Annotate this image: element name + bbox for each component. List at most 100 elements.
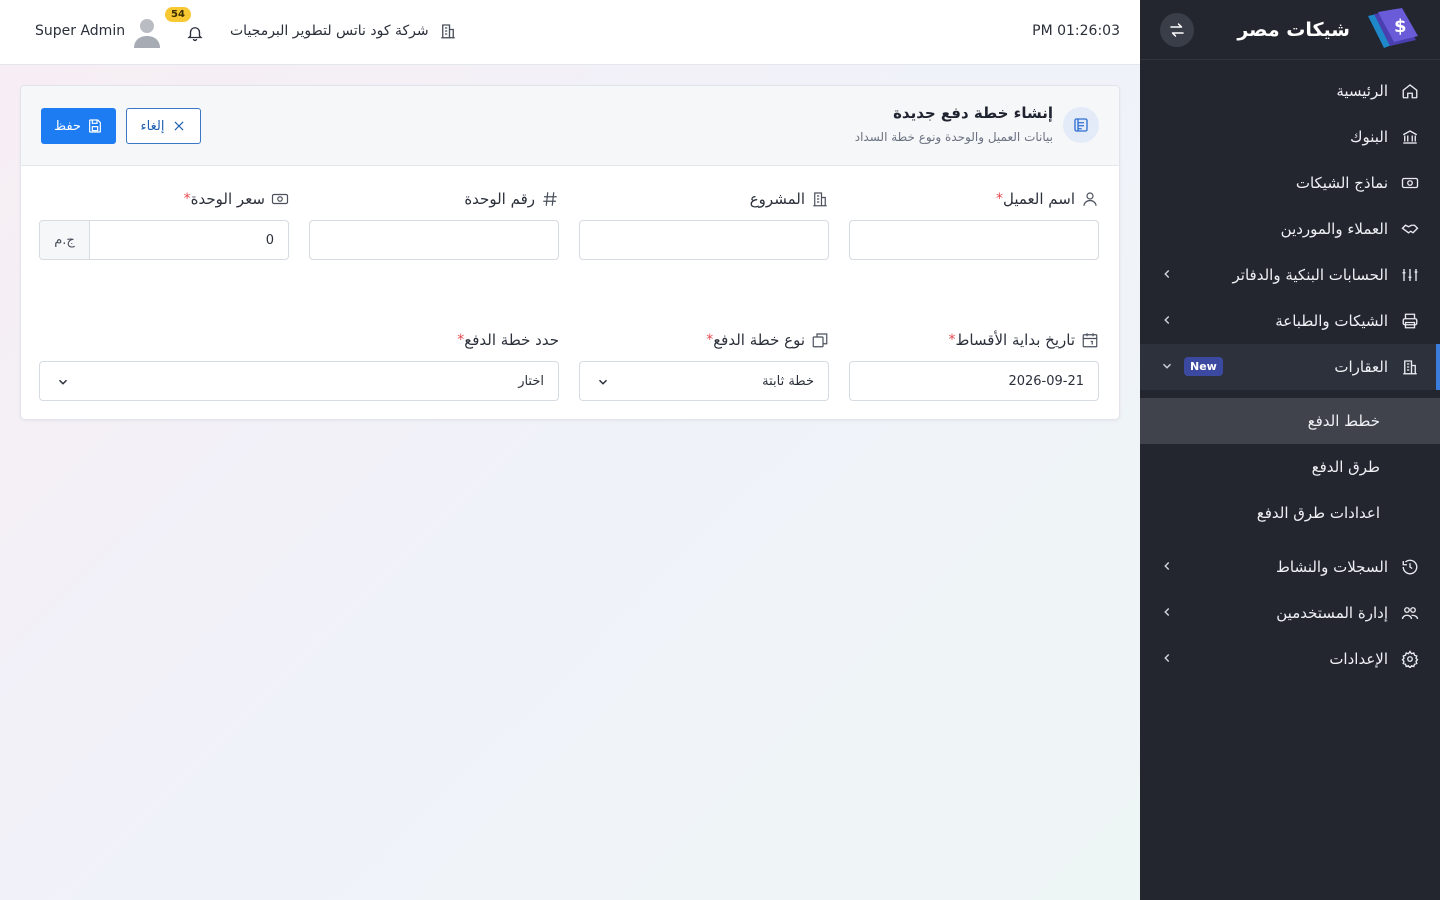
building-icon <box>1400 357 1420 377</box>
sidebar-subitem-label: طرق الدفع <box>1311 458 1380 476</box>
sidebar-item-check-templates[interactable]: نماذج الشيكات <box>1140 160 1440 206</box>
plan-type-select[interactable]: خطة ثابتة <box>579 361 829 401</box>
users-icon <box>1400 603 1420 623</box>
sidebar-subitem-payment-method-settings[interactable]: اعدادات طرق الدفع <box>1140 490 1440 536</box>
save-button[interactable]: حفظ <box>41 108 116 144</box>
field-label: * نوع خطة الدفع <box>579 329 829 351</box>
chevron-down-icon <box>1162 363 1172 369</box>
brand-title: شيكات مصر <box>1237 18 1350 41</box>
project-input[interactable] <box>579 220 829 260</box>
history-icon <box>1400 557 1420 577</box>
username[interactable]: Super Admin <box>35 23 125 39</box>
handshake-icon <box>1400 219 1420 239</box>
sidebar-item-label: العملاء والموردين <box>1280 220 1388 238</box>
unit-price-input[interactable]: 0 ج.م <box>39 220 289 260</box>
payment-plan-form-card: إنشاء خطة دفع جديدة بيانات العميل والوحد… <box>20 85 1120 420</box>
sidebar: شيكات مصر $ الرئيسية البنوك نماذج الشيكا… <box>1140 0 1440 900</box>
plan-select[interactable]: اختار <box>39 361 559 401</box>
sidebar-toggle-button[interactable] <box>1160 13 1194 47</box>
sidebar-subitem-payment-plans[interactable]: خطط الدفع <box>1140 398 1440 444</box>
field-label: * تاريخ بداية الأقساط <box>849 329 1099 351</box>
sidebar-item-label: الشيكات والطباعة <box>1275 312 1388 330</box>
sliders-icon <box>1400 265 1420 285</box>
swap-arrows-icon <box>1170 23 1184 37</box>
field-label: المشروع <box>579 188 829 210</box>
svg-text:$: $ <box>1394 16 1407 37</box>
unit-price-label: سعر الوحدة <box>190 190 265 208</box>
sidebar-item-checks-printing[interactable]: الشيكات والطباعة <box>1140 298 1440 344</box>
company-label: شركة كود ناتس لتطوير البرمجيات <box>230 23 429 39</box>
close-icon <box>174 121 184 131</box>
sidebar-item-label: السجلات والنشاط <box>1276 558 1388 576</box>
unit-number-input[interactable] <box>309 220 559 260</box>
avatar[interactable] <box>133 16 161 48</box>
sidebar-item-clients-suppliers[interactable]: العملاء والموردين <box>1140 206 1440 252</box>
project-label: المشروع <box>749 190 805 208</box>
hash-icon <box>541 190 559 208</box>
sidebar-item-label: البنوك <box>1350 128 1388 146</box>
project-field: المشروع <box>579 188 829 260</box>
sidebar-submenu: خطط الدفع طرق الدفع اعدادات طرق الدفع <box>1140 390 1440 544</box>
new-badge: New <box>1184 357 1223 376</box>
sidebar-item-banks[interactable]: البنوك <box>1140 114 1440 160</box>
sidebar-item-real-estate[interactable]: New العقارات <box>1140 344 1440 390</box>
field-label: * اسم العميل <box>849 188 1099 210</box>
bell-icon[interactable] <box>186 24 204 42</box>
page-title: إنشاء خطة دفع جديدة <box>893 104 1053 122</box>
building-icon <box>811 190 829 208</box>
gear-icon <box>1400 649 1420 669</box>
sidebar-subitem-payment-methods[interactable]: طرق الدفع <box>1140 444 1440 490</box>
chevron-left-icon <box>1164 269 1170 279</box>
required-mark: * <box>457 332 465 348</box>
required-mark: * <box>706 332 714 348</box>
clock: PM 01:26:03 <box>1032 23 1120 39</box>
building-icon <box>440 24 455 39</box>
sidebar-item-user-management[interactable]: إدارة المستخدمين <box>1140 590 1440 636</box>
cancel-button[interactable]: إلغاء <box>126 108 201 144</box>
printer-icon <box>1400 311 1420 331</box>
sidebar-menu: الرئيسية البنوك نماذج الشيكات العملاء وا… <box>1140 60 1440 682</box>
chevron-left-icon <box>1164 653 1170 663</box>
sidebar-item-label: الرئيسية <box>1336 82 1388 100</box>
form-icon <box>1063 107 1099 143</box>
chevron-down-icon <box>58 379 68 385</box>
sidebar-item-label: إدارة المستخدمين <box>1276 604 1388 622</box>
field-label: * حدد خطة الدفع <box>39 329 559 351</box>
cancel-button-label: إلغاء <box>140 118 165 134</box>
chevron-left-icon <box>1164 561 1170 571</box>
client-name-input[interactable] <box>849 220 1099 260</box>
currency-suffix: ج.م <box>40 221 90 259</box>
chevron-left-icon <box>1164 315 1170 325</box>
save-button-label: حفظ <box>54 118 81 134</box>
company-name: شركة كود ناتس لتطوير البرمجيات <box>230 22 457 40</box>
layers-icon <box>811 331 829 349</box>
page-subtitle: بيانات العميل والوحدة ونوع خطة السداد <box>854 130 1053 144</box>
input-value: 2026-09-21 <box>1008 374 1084 389</box>
start-date-input[interactable]: 2026-09-21 <box>849 361 1099 401</box>
sidebar-item-bank-accounts[interactable]: الحسابات البنكية والدفاتر <box>1140 252 1440 298</box>
plan-type-field: * نوع خطة الدفع خطة ثابتة <box>579 329 829 401</box>
sidebar-item-settings[interactable]: الإعدادات <box>1140 636 1440 682</box>
sidebar-item-logs-activity[interactable]: السجلات والنشاط <box>1140 544 1440 590</box>
top-header: PM 01:26:03 شركة كود ناتس لتطوير البرمجي… <box>0 0 1140 65</box>
calendar-icon <box>1081 331 1099 349</box>
chevron-left-icon <box>1164 607 1170 617</box>
client-name-field: * اسم العميل <box>849 188 1099 260</box>
unit-number-field: رقم الوحدة <box>309 188 559 260</box>
field-label: * سعر الوحدة <box>39 188 289 210</box>
sidebar-item-home[interactable]: الرئيسية <box>1140 68 1440 114</box>
cash-icon <box>271 190 289 208</box>
plan-select-label: حدد خطة الدفع <box>464 331 559 349</box>
save-icon <box>89 119 101 133</box>
sidebar-item-label: الإعدادات <box>1329 650 1388 668</box>
required-mark: * <box>948 332 956 348</box>
sidebar-subitem-label: خطط الدفع <box>1307 412 1380 430</box>
field-label: رقم الوحدة <box>309 188 559 210</box>
bank-icon <box>1400 127 1420 147</box>
notification-count-badge: 54 <box>165 7 191 22</box>
unit-number-label: رقم الوحدة <box>464 190 535 208</box>
start-date-label: تاريخ بداية الأقساط <box>955 331 1075 349</box>
plan-type-label: نوع خطة الدفع <box>713 331 805 349</box>
cash-icon <box>1400 173 1420 193</box>
sidebar-item-label: العقارات <box>1334 358 1388 376</box>
